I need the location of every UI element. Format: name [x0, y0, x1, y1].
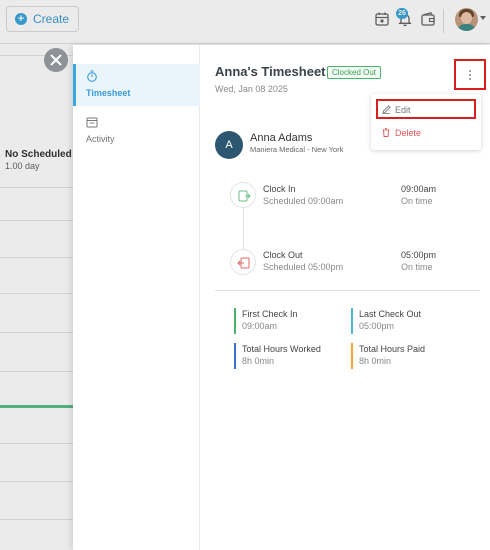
- tab-activity[interactable]: Activity: [73, 110, 200, 152]
- calendar-icon: [86, 117, 98, 128]
- section-divider: [215, 290, 480, 291]
- drawer-side-nav: Timesheet Activity: [73, 45, 200, 550]
- page-title: Anna's Timesheet: [215, 64, 326, 79]
- stat-value: 8h 0min: [359, 356, 392, 366]
- menu-item-edit[interactable]: Edit: [376, 99, 476, 119]
- tab-activity-label: Activity: [86, 134, 115, 144]
- timeline-connector: [243, 207, 244, 255]
- stat-value: 09:00am: [242, 321, 278, 331]
- options-menu: Edit Delete: [371, 94, 481, 150]
- stat-value: 05:00pm: [359, 321, 395, 331]
- clock-out-scheduled: Scheduled 05:00pm: [263, 262, 344, 272]
- more-options-button[interactable]: [454, 59, 486, 90]
- pencil-icon: [382, 105, 391, 114]
- clock-in-scheduled: Scheduled 09:00am: [263, 196, 344, 206]
- stat-total-hours-paid: Total Hours Paid 8h 0min: [351, 343, 461, 369]
- clock-in-label: Clock In: [263, 184, 296, 194]
- stat-label: Total Hours Worked: [242, 344, 321, 354]
- clock-out-icon: [230, 249, 256, 275]
- tab-timesheet-label: Timesheet: [86, 88, 131, 98]
- timesheet-drawer: Timesheet Activity Anna's Timesheet Cloc…: [73, 45, 490, 550]
- menu-item-delete-label: Delete: [395, 128, 422, 138]
- clock-in-status: On time: [401, 196, 433, 206]
- stat-value: 8h 0min: [242, 356, 275, 366]
- employee-organization: Maniera Medical - New York: [250, 145, 344, 154]
- clock-in-icon: [230, 182, 256, 208]
- menu-item-edit-label: Edit: [395, 105, 411, 115]
- clock-out-status: On time: [401, 262, 433, 272]
- menu-item-delete[interactable]: Delete: [376, 126, 476, 142]
- stopwatch-icon: [87, 70, 97, 82]
- trash-icon: [382, 128, 390, 137]
- clock-in-time: 09:00am: [401, 184, 437, 194]
- stat-first-check-in: First Check In 09:00am: [234, 308, 344, 334]
- tab-timesheet[interactable]: Timesheet: [73, 64, 200, 106]
- stat-label: Total Hours Paid: [359, 344, 426, 354]
- employee-name: Anna Adams: [250, 132, 313, 144]
- stat-label: First Check In: [242, 309, 298, 319]
- clock-out-time: 05:00pm: [401, 250, 437, 260]
- stat-label: Last Check Out: [359, 309, 422, 319]
- clock-out-label: Clock Out: [263, 250, 303, 260]
- timesheet-date: Wed, Jan 08 2025: [215, 84, 288, 94]
- stat-total-hours-worked: Total Hours Worked 8h 0min: [234, 343, 344, 369]
- employee-avatar: A: [215, 131, 243, 159]
- stat-last-check-out: Last Check Out 05:00pm: [351, 308, 461, 334]
- close-icon[interactable]: [44, 48, 68, 72]
- status-badge: Clocked Out: [327, 66, 382, 79]
- more-vertical-icon: [469, 70, 471, 80]
